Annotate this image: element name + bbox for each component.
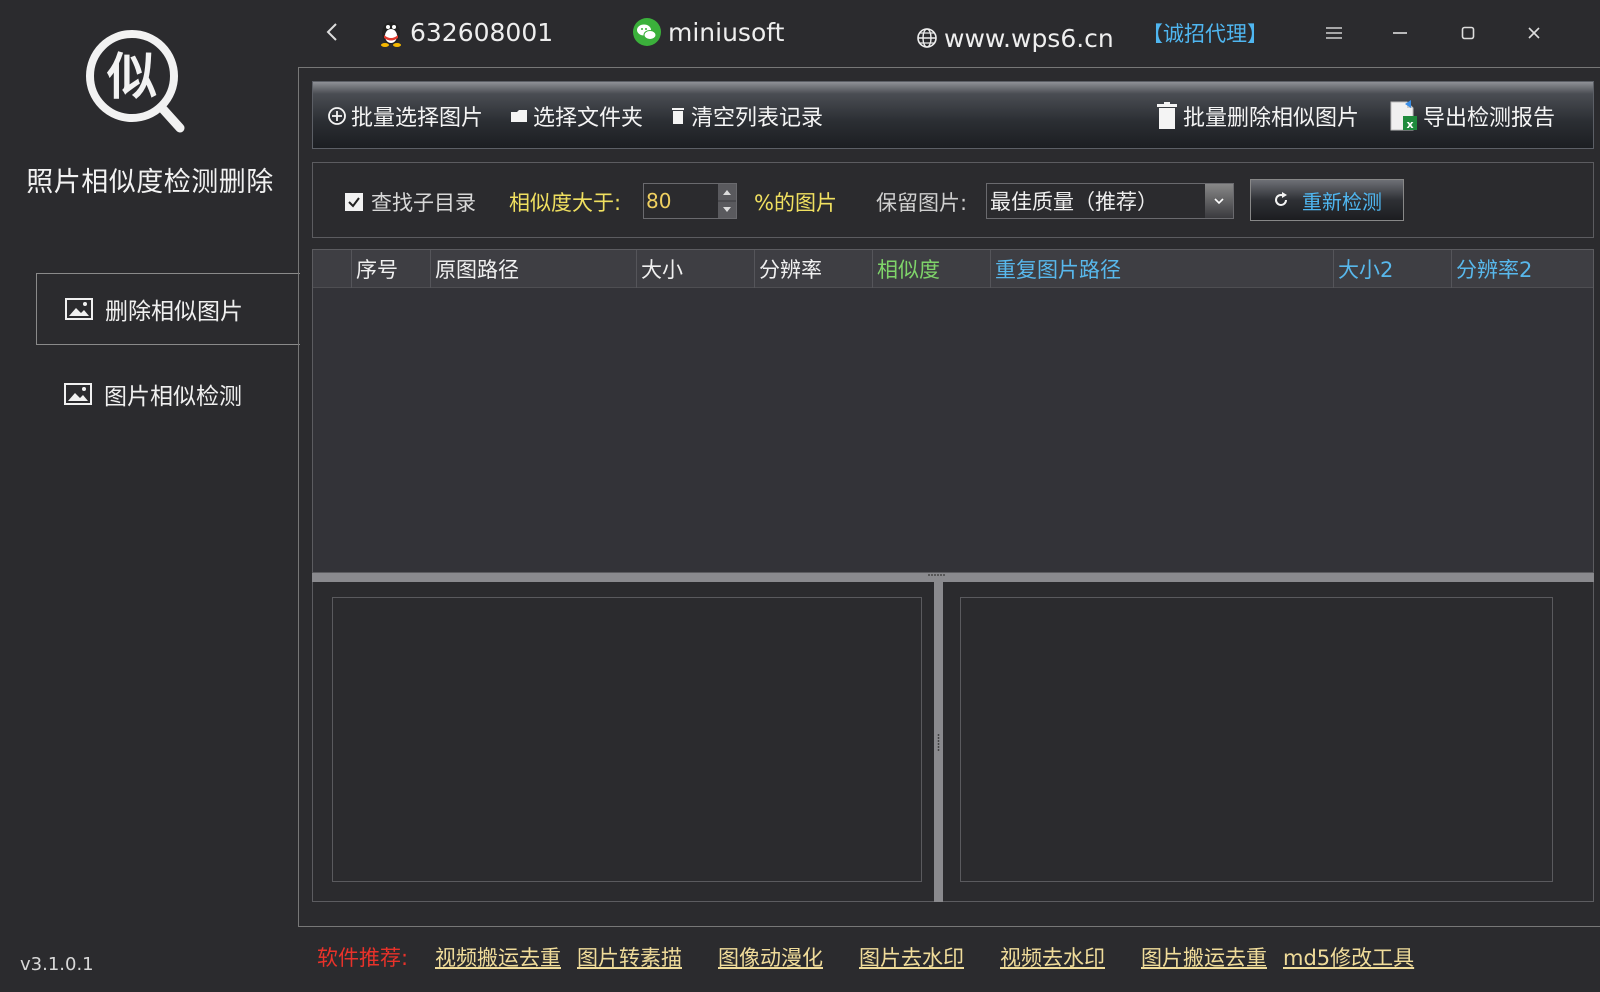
search-subdir-label: 查找子目录 (371, 191, 476, 215)
version-label: v3.1.0.1 (20, 954, 94, 975)
recommend-link-md5-tool[interactable]: md5修改工具 (1283, 942, 1414, 972)
recommend-link-video-watermark[interactable]: 视频去水印 (1000, 942, 1105, 972)
original-image-preview (332, 597, 922, 882)
svg-text:x: x (1406, 118, 1413, 131)
keep-image-select[interactable]: 最佳质量（推荐） (986, 183, 1234, 219)
check-icon (348, 197, 360, 208)
column-header-source-path[interactable]: 原图路径 (430, 250, 636, 288)
redetect-button[interactable]: 重新检测 (1250, 179, 1404, 221)
horizontal-splitter[interactable] (312, 573, 1594, 582)
grip-dots-icon (937, 734, 940, 751)
select-folder-button[interactable]: 选择文件夹 (509, 98, 643, 134)
qq-penguin-icon (381, 22, 401, 47)
column-header-similarity[interactable]: 相似度 (872, 250, 990, 288)
trash-icon (672, 108, 684, 124)
add-circle-icon (328, 107, 346, 125)
minimize-icon (1393, 32, 1407, 34)
sidebar-item-similar-detect[interactable]: 图片相似检测 (36, 358, 300, 430)
column-header-size2[interactable]: 大小2 (1333, 250, 1451, 288)
main-panel: 批量选择图片 选择文件夹 清空列表记录 批量删除相似图片 x 导出检测报告 查找… (298, 67, 1600, 927)
stepper-up-down-icon (718, 184, 736, 218)
wechat-id: miniusoft (668, 17, 785, 47)
clear-list-button[interactable]: 清空列表记录 (669, 98, 823, 134)
wechat-contact[interactable]: miniusoft (632, 14, 784, 50)
app-title: 照片相似度检测删除 (26, 167, 274, 198)
wechat-icon (633, 18, 661, 46)
batch-delete-label: 批量删除相似图片 (1183, 106, 1360, 131)
toolbar: 批量选择图片 选择文件夹 清空列表记录 批量删除相似图片 x 导出检测报告 (312, 81, 1594, 149)
results-table[interactable]: 序号 原图路径 大小 分辨率 相似度 重复图片路径 大小2 分辨率2 (312, 249, 1594, 573)
export-report-button[interactable]: x 导出检测报告 (1387, 98, 1555, 134)
maximize-button[interactable] (1450, 16, 1486, 50)
column-header-resolution2[interactable]: 分辨率2 (1451, 250, 1594, 288)
qq-contact[interactable]: 632608001 (378, 14, 553, 50)
clear-list-label: 清空列表记录 (691, 106, 824, 131)
similarity-stepper[interactable]: 80 (643, 183, 737, 219)
back-button[interactable] (322, 14, 342, 50)
image-icon (65, 298, 93, 320)
refresh-icon (1275, 192, 1287, 206)
search-subdir-checkbox[interactable]: 查找子目录 (345, 185, 476, 219)
similarity-value: 80 (646, 189, 672, 213)
sidebar-item-label: 删除相似图片 (105, 299, 243, 325)
website-url: www.wps6.cn (944, 23, 1114, 53)
footer: 软件推荐: 视频搬运去重 图片转素描 图像动漫化 图片去水印 视频去水印 图片搬… (300, 942, 1600, 976)
batch-delete-similar-button[interactable]: 批量删除相似图片 (1155, 98, 1359, 134)
logo-text: 似 (106, 48, 157, 106)
title-bar: 632608001 miniusoft www.wps6.cn 【诚招代理】 (300, 0, 1600, 66)
column-header-index[interactable]: 序号 (351, 250, 431, 288)
export-report-label: 导出检测报告 (1423, 106, 1556, 131)
preview-area (312, 582, 1594, 902)
folder-icon (511, 110, 527, 122)
grip-dots-icon (928, 574, 945, 576)
recommend-link-image-sketch[interactable]: 图片转素描 (577, 942, 682, 972)
options-panel: 查找子目录 相似度大于: 80 %的图片 保留图片: 最佳质量（推荐） 重新检测 (312, 162, 1594, 238)
duplicate-image-preview (960, 597, 1553, 882)
close-button[interactable] (1516, 16, 1552, 50)
maximize-icon (1461, 26, 1475, 40)
column-header-resolution[interactable]: 分辨率 (754, 250, 872, 288)
select-folder-label: 选择文件夹 (533, 106, 644, 131)
sidebar-item-delete-similar[interactable]: 删除相似图片 (36, 273, 300, 345)
redetect-label: 重新检测 (1302, 189, 1382, 214)
menu-button[interactable] (1316, 16, 1352, 50)
app-window: 似 照片相似度检测删除 删除相似图片 图片相似检测 v3.1.0.1 63260… (0, 0, 1600, 992)
minimize-button[interactable] (1382, 16, 1418, 50)
checkbox-box (345, 193, 363, 211)
similarity-suffix: %的图片 (754, 191, 837, 215)
chevron-down-icon (1214, 198, 1224, 205)
column-header-size[interactable]: 大小 (636, 250, 754, 288)
table-header: 序号 原图路径 大小 分辨率 相似度 重复图片路径 大小2 分辨率2 (313, 250, 1593, 288)
qq-number: 632608001 (410, 17, 554, 47)
hamburger-menu-icon (1326, 27, 1342, 39)
recommend-link-image-anime[interactable]: 图像动漫化 (718, 942, 823, 972)
chevron-left-icon (326, 23, 337, 41)
recommend-link-image-watermark[interactable]: 图片去水印 (859, 942, 964, 972)
sidebar: 似 照片相似度检测删除 删除相似图片 图片相似检测 v3.1.0.1 (0, 0, 300, 992)
keep-image-label: 保留图片: (876, 191, 968, 215)
app-logo-icon: 似 (84, 28, 188, 136)
similarity-label: 相似度大于: (509, 191, 622, 215)
vertical-splitter[interactable] (934, 582, 943, 902)
keep-image-selected: 最佳质量（推荐） (990, 190, 1158, 214)
recommend-link-image-dedup[interactable]: 图片搬运去重 (1141, 942, 1267, 972)
close-icon (1528, 27, 1540, 39)
column-header-duplicate-path[interactable]: 重复图片路径 (990, 250, 1333, 288)
website-link[interactable]: www.wps6.cn (916, 20, 1114, 56)
recommend-link-video-dedup[interactable]: 视频搬运去重 (435, 942, 561, 972)
globe-icon (917, 28, 937, 48)
agent-recruit-link[interactable]: 【诚招代理】 (1142, 15, 1268, 51)
trash-icon (1157, 102, 1177, 129)
batch-select-images-button[interactable]: 批量选择图片 (327, 98, 483, 134)
sidebar-item-label: 图片相似检测 (104, 384, 242, 410)
image-icon (64, 383, 92, 405)
excel-export-icon: x (1390, 100, 1417, 131)
stepper-arrows[interactable] (718, 184, 736, 218)
recommend-label: 软件推荐: (317, 946, 409, 970)
batch-select-label: 批量选择图片 (351, 106, 484, 131)
dropdown-button[interactable] (1205, 184, 1233, 218)
